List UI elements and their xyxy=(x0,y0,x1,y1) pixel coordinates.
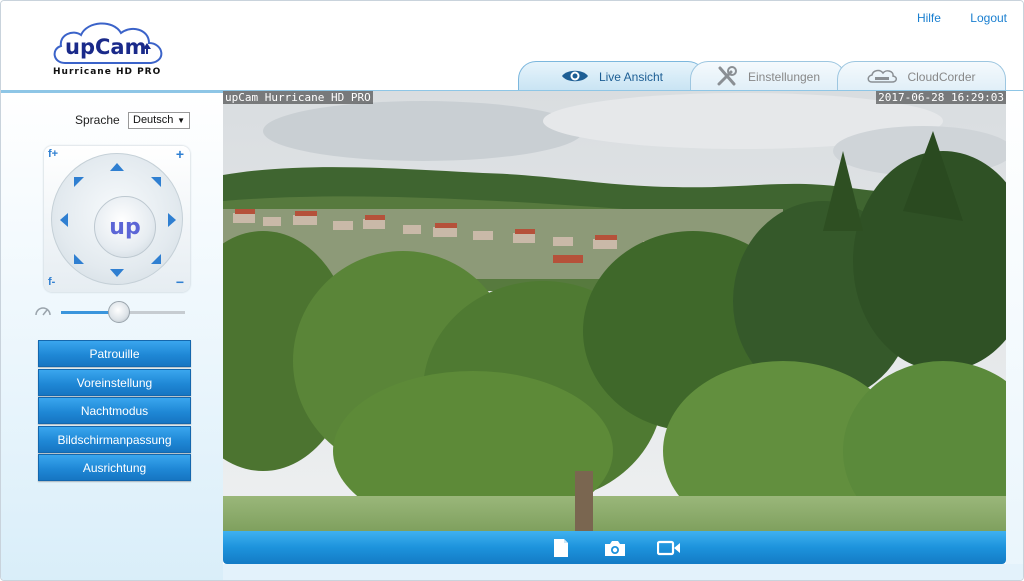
osd-timestamp: 2017-06-28 16:29:03 xyxy=(876,91,1006,104)
camera-scene-image xyxy=(223,91,1006,531)
ptz-home-button[interactable]: up xyxy=(94,196,156,258)
language-label: Sprache xyxy=(75,113,120,127)
right-margin xyxy=(1006,91,1023,580)
pan-up-left-arrow-icon[interactable] xyxy=(71,174,87,190)
ptz-center-logo: up xyxy=(109,214,141,240)
upcam-logo: upCam Hurricane HD PRO xyxy=(51,19,169,81)
pan-down-left-arrow-icon[interactable] xyxy=(71,251,87,267)
tab-settings-label: Einstellungen xyxy=(747,70,821,84)
display-adjust-button[interactable]: Bildschirmanpassung xyxy=(38,426,191,453)
osd-camera-name: upCam Hurricane HD PRO xyxy=(223,91,373,104)
pan-up-arrow-icon[interactable] xyxy=(109,159,125,175)
orientation-button[interactable]: Ausrichtung xyxy=(38,454,191,481)
tab-live-view-label: Live Ansicht xyxy=(598,70,664,84)
record-file-icon[interactable] xyxy=(548,535,574,561)
logo-product-text: Hurricane HD PRO xyxy=(53,67,162,77)
header: upCam Hurricane HD PRO Hilfe Logout Live… xyxy=(1,1,1023,92)
focus-plus-button[interactable]: f+ xyxy=(48,148,58,160)
pan-left-arrow-icon[interactable] xyxy=(56,212,72,228)
tools-icon xyxy=(716,65,738,89)
ptz-ring: up xyxy=(51,153,183,285)
tab-live-view[interactable]: Live Ansicht xyxy=(518,61,706,92)
tab-settings[interactable]: Einstellungen xyxy=(690,61,846,92)
snapshot-camera-icon[interactable] xyxy=(602,535,628,561)
ptz-control-pad: f+ + f- − up xyxy=(44,146,190,292)
chevron-down-icon: ▼ xyxy=(177,116,185,125)
cloud-icon xyxy=(867,68,898,87)
night-mode-button[interactable]: Nachtmodus xyxy=(38,397,191,424)
tab-cloudcorder-label: CloudCorder xyxy=(907,70,976,84)
zoom-plus-button[interactable]: + xyxy=(176,146,184,162)
pan-down-arrow-icon[interactable] xyxy=(109,265,125,281)
top-links: Hilfe Logout xyxy=(891,11,1007,25)
app-window: upCam Hurricane HD PRO Hilfe Logout Live… xyxy=(0,0,1024,581)
pan-up-right-arrow-icon[interactable] xyxy=(148,174,164,190)
tab-cloudcorder[interactable]: CloudCorder xyxy=(837,61,1006,92)
speed-slider-handle[interactable] xyxy=(108,301,131,323)
focus-minus-button[interactable]: f- xyxy=(48,276,55,288)
eye-icon xyxy=(561,68,589,87)
help-link[interactable]: Hilfe xyxy=(917,11,941,25)
pan-down-right-arrow-icon[interactable] xyxy=(148,251,164,267)
patrol-button[interactable]: Patrouille xyxy=(38,340,191,367)
speed-gauge-icon xyxy=(35,307,51,316)
pan-right-arrow-icon[interactable] xyxy=(164,212,180,228)
preset-button[interactable]: Voreinstellung xyxy=(38,369,191,396)
logout-link[interactable]: Logout xyxy=(970,11,1007,25)
language-value: Deutsch xyxy=(133,114,174,126)
video-toolbar xyxy=(223,531,1006,564)
language-select[interactable]: Deutsch ▼ xyxy=(128,112,190,129)
live-video-feed[interactable]: upCam Hurricane HD PRO 2017-06-28 16:29:… xyxy=(223,91,1006,531)
zoom-minus-button[interactable]: − xyxy=(176,274,184,290)
logo-brand-text: upCam xyxy=(65,35,147,59)
video-record-icon[interactable] xyxy=(656,535,682,561)
control-sidebar: Sprache Deutsch ▼ f+ + f- − up Patrouill… xyxy=(1,93,223,580)
bottom-strip xyxy=(223,564,1023,580)
